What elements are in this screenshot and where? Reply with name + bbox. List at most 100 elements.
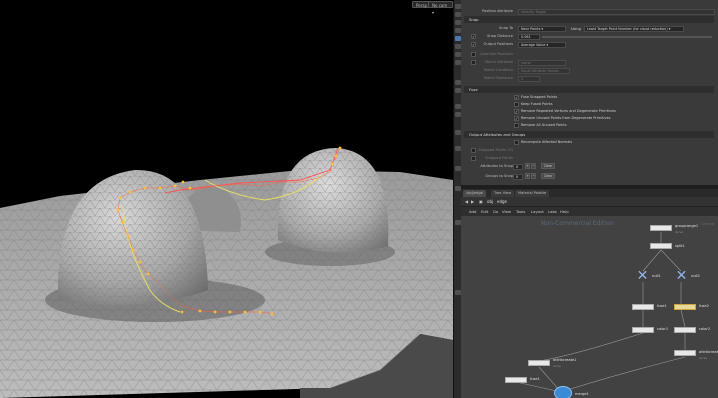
- node-fuse1[interactable]: [632, 304, 654, 310]
- match-attribute-label: Match Attribute: [485, 60, 513, 64]
- camera-menu[interactable]: No cam ▾: [428, 1, 453, 15]
- recompute-normals-checkbox[interactable]: [514, 140, 519, 145]
- remove-repeated-vertices-checkbox[interactable]: ✓: [514, 109, 519, 114]
- remove-all-unused-label: Remove All Unused Points: [521, 123, 567, 127]
- groups-to-snap-row: Groups to Snap 0 + − Clear: [461, 173, 718, 181]
- node-color2[interactable]: [674, 327, 696, 333]
- attributes-to-snap-field[interactable]: 0: [513, 164, 523, 170]
- menu-go[interactable]: Go: [493, 208, 498, 215]
- attributes-remove-button[interactable]: −: [531, 163, 536, 169]
- viewport-canvas[interactable]: [0, 0, 453, 398]
- snapped-points-group-toggle[interactable]: [471, 148, 476, 153]
- node-attribcreate2[interactable]: [674, 350, 696, 356]
- tab-obj-edge[interactable]: /obj/edge: [463, 190, 486, 197]
- position-attribute-row: Position Attribute Velocity Target: [461, 8, 718, 16]
- output-positions-dropdown[interactable]: Average Value ▾: [518, 42, 566, 48]
- path-crumb-obj[interactable]: obj: [487, 199, 493, 204]
- groups-to-snap-field[interactable]: 0: [513, 174, 523, 180]
- node-null2[interactable]: ✕: [675, 269, 688, 283]
- path-crumb-edge[interactable]: edge: [497, 199, 507, 204]
- menu-labs[interactable]: Labs: [548, 208, 557, 215]
- position-attribute-field[interactable]: Velocity Target: [518, 9, 715, 15]
- match-tolerance-label: Match Tolerance: [483, 76, 513, 80]
- node-fuse-left[interactable]: [505, 377, 527, 383]
- output-positions-value: Average Value: [521, 43, 546, 47]
- fuse-snapped-points-label: Fuse Snapped Points: [521, 95, 558, 99]
- using-dropdown[interactable]: Least Target Point Number (for cloud red…: [584, 26, 684, 32]
- tab-tree-view[interactable]: Tree View: [491, 190, 515, 197]
- node-null1-label: null1: [652, 274, 661, 278]
- output-positions-row: ✓ Output Positions Average Value ▾: [461, 41, 718, 49]
- node-grouprange1-label: grouprange1: [675, 224, 699, 228]
- node-attribcreate1-label: attribcreate1: [553, 358, 577, 362]
- snap-section-header[interactable]: Snap: [464, 16, 714, 23]
- node-attribcreate1[interactable]: [528, 360, 550, 366]
- fuse-snapped-points-checkbox[interactable]: ✓: [514, 95, 519, 100]
- menu-add[interactable]: Add: [469, 208, 476, 215]
- remove-unused-degenerate-label: Remove Unused Points from Degenerate Pri…: [521, 116, 611, 120]
- snap-to-value: Near Points: [521, 27, 541, 31]
- node-merge1[interactable]: [554, 386, 572, 398]
- attributes-add-button[interactable]: +: [525, 163, 530, 169]
- menu-edit[interactable]: Edit: [481, 208, 488, 215]
- match-condition-dropdown[interactable]: Equal Attribute Values: [518, 68, 570, 74]
- snap-distance-field[interactable]: 0.061: [518, 34, 540, 40]
- output-section-header[interactable]: Output Attributes and Groups: [464, 131, 714, 138]
- node-null1[interactable]: ✕: [636, 269, 649, 283]
- attributes-clear-button[interactable]: Clear: [541, 163, 555, 169]
- remove-all-unused-checkbox[interactable]: [514, 123, 519, 128]
- network-editor[interactable]: Non-Commercial Edition Geome grouprange1…: [461, 216, 718, 398]
- back-icon[interactable]: ◀: [465, 199, 468, 204]
- snap-to-label: Snap To: [499, 26, 513, 30]
- node-split1[interactable]: [650, 243, 672, 249]
- node-color1-label: color1: [657, 327, 669, 331]
- groups-clear-button[interactable]: Clear: [541, 173, 555, 179]
- node-attribcreate1-sub: curve: [553, 364, 561, 368]
- match-tolerance-row: Match Tolerance 0: [461, 75, 718, 83]
- snap-to-row: Snap To Near Points ▾ Using Least Target…: [461, 25, 718, 33]
- snapped-points-toggle[interactable]: [471, 156, 476, 161]
- node-grouprange1-sub: curve: [675, 230, 683, 234]
- snap-distance-label: Snap Distance: [487, 34, 513, 38]
- menu-view[interactable]: View: [502, 208, 511, 215]
- position-attribute-label: Position Attribute: [481, 9, 513, 13]
- node-grouprange1[interactable]: [650, 225, 672, 231]
- groups-remove-button[interactable]: −: [531, 173, 536, 179]
- quantize-label: Quantize Positions: [479, 52, 513, 56]
- match-tolerance-field[interactable]: 0: [518, 76, 540, 82]
- fuse-section-header[interactable]: Fuse: [464, 86, 714, 93]
- quantize-toggle[interactable]: [471, 52, 476, 57]
- scene-viewport[interactable]: Persp ▾ No cam ▾: [0, 0, 453, 398]
- network-menu-bar: Add Edit Go View Tools Layout Labs Help: [461, 207, 718, 216]
- match-attribute-field[interactable]: name: [518, 60, 566, 66]
- menu-layout[interactable]: Layout: [531, 208, 544, 215]
- persp-label: Persp: [416, 3, 427, 8]
- remove-unused-degenerate-checkbox[interactable]: ✓: [514, 116, 519, 121]
- tab-material-palette[interactable]: Material Palette: [515, 190, 550, 197]
- match-condition-label: Match Condition: [483, 68, 513, 72]
- quantize-row: Quantize Positions: [461, 51, 718, 59]
- match-attribute-toggle[interactable]: [471, 60, 476, 65]
- node-fuse2[interactable]: [674, 304, 696, 310]
- keep-fused-points-checkbox[interactable]: [514, 102, 519, 107]
- forward-icon[interactable]: ▶: [471, 199, 474, 204]
- geometry-context-label: Geome: [701, 222, 714, 226]
- snap-distance-slider[interactable]: [542, 36, 712, 38]
- keep-fused-points-label: Keep Fused Points: [521, 102, 553, 106]
- node-fuse2-label: fuse2: [699, 304, 709, 308]
- node-merge1-label: merge1: [575, 392, 589, 396]
- node-null2-label: null2: [691, 274, 700, 278]
- obj-icon[interactable]: ▣: [479, 199, 483, 204]
- output-positions-toggle[interactable]: ✓: [471, 42, 476, 47]
- node-attribcreate2-sub: curve: [699, 356, 707, 360]
- using-label: Using: [571, 27, 581, 31]
- edition-watermark: Non-Commercial Edition: [541, 220, 614, 227]
- groups-add-button[interactable]: +: [525, 173, 530, 179]
- snap-distance-toggle[interactable]: ✓: [471, 34, 476, 39]
- snap-to-dropdown[interactable]: Near Points ▾: [518, 26, 566, 32]
- node-color1[interactable]: [632, 327, 654, 333]
- snapped-points-group-label: Snapped Points (G): [478, 148, 513, 152]
- menu-tools[interactable]: Tools: [516, 208, 525, 215]
- menu-help[interactable]: Help: [560, 208, 569, 215]
- node-fuse-left-label: fuse1: [530, 377, 540, 381]
